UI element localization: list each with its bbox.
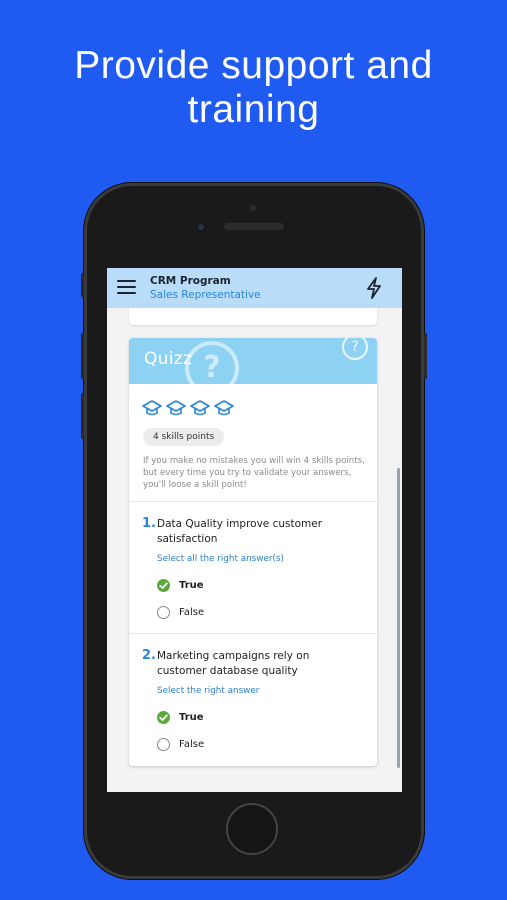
quiz-card: ? Quizz ? 4 skills points If you make no… [129, 338, 377, 766]
quiz-header: ? Quizz ? [129, 338, 377, 384]
program-subtitle: Sales Representative [150, 289, 261, 301]
divider [129, 501, 377, 502]
graduation-cap-icon [190, 400, 210, 416]
marketing-headline: Provide support and training [0, 44, 507, 132]
front-camera [196, 222, 206, 232]
quiz-watermark-icon: ? [185, 341, 239, 384]
app-screen: CRM Program Sales Representative ? Quizz… [107, 268, 402, 792]
lightning-bolt-icon[interactable] [365, 277, 383, 299]
check-circle-icon [157, 711, 170, 724]
app-bar: CRM Program Sales Representative [107, 268, 402, 308]
scrollbar[interactable] [397, 468, 400, 768]
previous-card [129, 308, 377, 325]
power-button [424, 333, 427, 379]
phone-frame: CRM Program Sales Representative ? Quizz… [81, 183, 427, 879]
answer-label: False [179, 607, 205, 618]
headline-line-1: Provide support and [74, 44, 433, 87]
proximity-sensor [250, 205, 256, 211]
program-title: CRM Program [150, 275, 231, 287]
quiz-title: Quizz [144, 349, 193, 369]
volume-down-button [81, 393, 84, 439]
volume-up-button [81, 333, 84, 379]
question-text: Marketing campaigns rely on customer dat… [157, 650, 310, 677]
earpiece-speaker [224, 223, 284, 230]
quiz-explanation: If you make no mistakes you will win 4 s… [143, 456, 365, 490]
question-number: 1. [142, 516, 156, 531]
radio-empty-icon [157, 738, 170, 751]
check-circle-icon [157, 579, 170, 592]
mute-switch [81, 273, 84, 297]
hamburger-icon[interactable] [117, 280, 136, 294]
divider [129, 633, 377, 634]
question-instruction: Select all the right answer(s) [157, 554, 284, 564]
question-instruction: Select the right answer [157, 686, 260, 696]
answer-label: True [179, 712, 204, 723]
help-icon[interactable]: ? [342, 338, 368, 360]
graduation-cap-icon [166, 400, 186, 416]
question-number: 2. [142, 648, 156, 663]
radio-empty-icon [157, 606, 170, 619]
graduation-cap-icon [214, 400, 234, 416]
answer-label: False [179, 739, 205, 750]
skill-points-badge: 4 skills points [143, 428, 225, 446]
skill-caps-row [142, 398, 238, 420]
graduation-cap-icon [142, 400, 162, 416]
answer-label: True [179, 580, 204, 591]
question-text: Data Quality improve customer satisfacti… [157, 518, 323, 545]
home-button[interactable] [226, 803, 278, 855]
headline-line-2: training [187, 88, 320, 131]
